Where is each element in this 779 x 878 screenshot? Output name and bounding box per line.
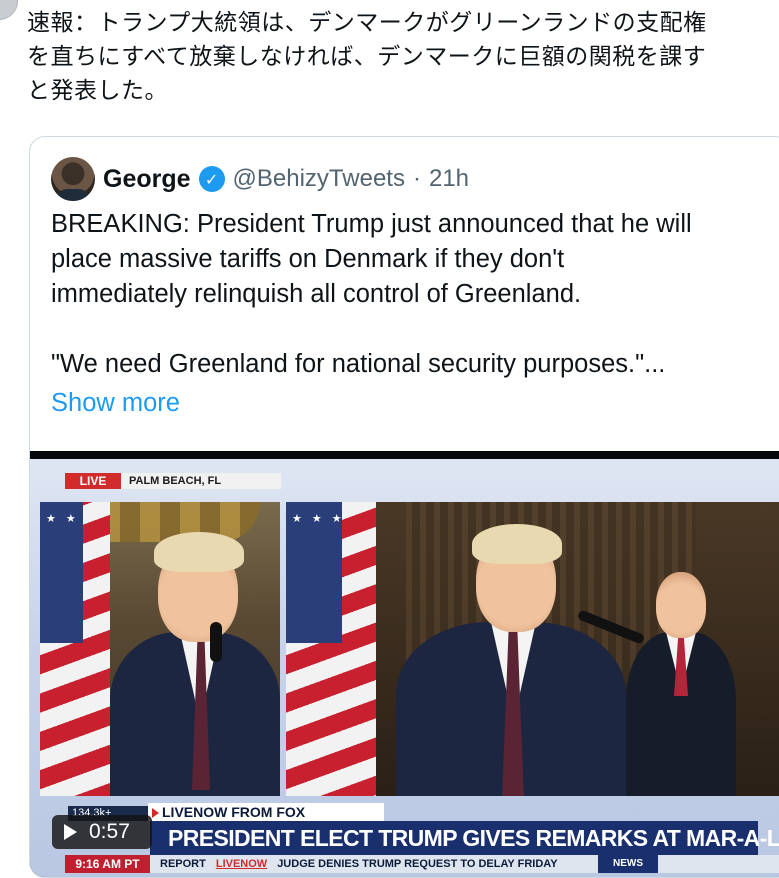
- chyron-source: LIVENOW FROM FOX: [148, 803, 384, 822]
- post-timestamp[interactable]: 21h: [429, 165, 469, 193]
- speaker-figure: [396, 522, 626, 796]
- post-text: 速報：トランプ大統領は、デンマークがグリーンランドの支配権 を直ちにすべて放棄し…: [27, 10, 707, 104]
- ticker-text: REPORT: [160, 858, 206, 870]
- video-top-bar: [30, 451, 779, 459]
- news-tag: NEWS: [598, 855, 658, 873]
- separator-dot: ·: [412, 165, 421, 192]
- speaker-figure: [110, 522, 280, 796]
- quoted-tweet-header: George ✓ @BehizyTweets · 21h: [51, 157, 469, 201]
- quoted-tweet-body: BREAKING: President Trump just announced…: [51, 210, 692, 378]
- location-label: PALM BEACH, FL: [121, 473, 281, 489]
- chyron-time: 9:16 AM PT: [65, 855, 150, 873]
- aide-figure: [626, 572, 736, 796]
- verified-badge-icon: ✓: [198, 166, 225, 192]
- chyron-headline: PRESIDENT ELECT TRUMP GIVES REMARKS AT M…: [150, 821, 779, 855]
- live-badge: LIVE: [65, 473, 121, 489]
- video-duration: 0:57: [89, 820, 130, 843]
- show-more-link[interactable]: Show more: [51, 389, 180, 418]
- quoted-tweet[interactable]: George ✓ @BehizyTweets · 21h BREAKING: P…: [29, 136, 779, 878]
- author-avatar[interactable]: [51, 157, 95, 201]
- ticker-brand: LIVENOW: [215, 858, 268, 870]
- my-avatar[interactable]: [0, 0, 18, 20]
- author-handle[interactable]: @BehizyTweets: [233, 165, 405, 193]
- video-player[interactable]: LIVE PALM BEACH, FL ★★★★★★★★★★★★★★★★★★★★…: [30, 451, 779, 877]
- video-panel-right: ★★★★★★★★★★★★★★★★★★★★★★★★★: [286, 502, 779, 796]
- chyron-ticker: REPORT LIVENOW JUDGE DENIES TRUMP REQUES…: [150, 855, 779, 873]
- video-panel-left: ★★★★★★★★★★★★★★★★★★★★★★★★★: [40, 502, 280, 796]
- ticker-text: JUDGE DENIES TRUMP REQUEST TO DELAY FRID…: [277, 858, 558, 870]
- play-button[interactable]: 0:57: [52, 815, 152, 849]
- us-flag: ★★★★★★★★★★★★★★★★★★★★★★★★★: [286, 502, 376, 796]
- play-icon: [64, 824, 77, 840]
- author-name[interactable]: George: [103, 165, 191, 194]
- us-flag: ★★★★★★★★★★★★★★★★★★★★★★★★★: [40, 502, 110, 796]
